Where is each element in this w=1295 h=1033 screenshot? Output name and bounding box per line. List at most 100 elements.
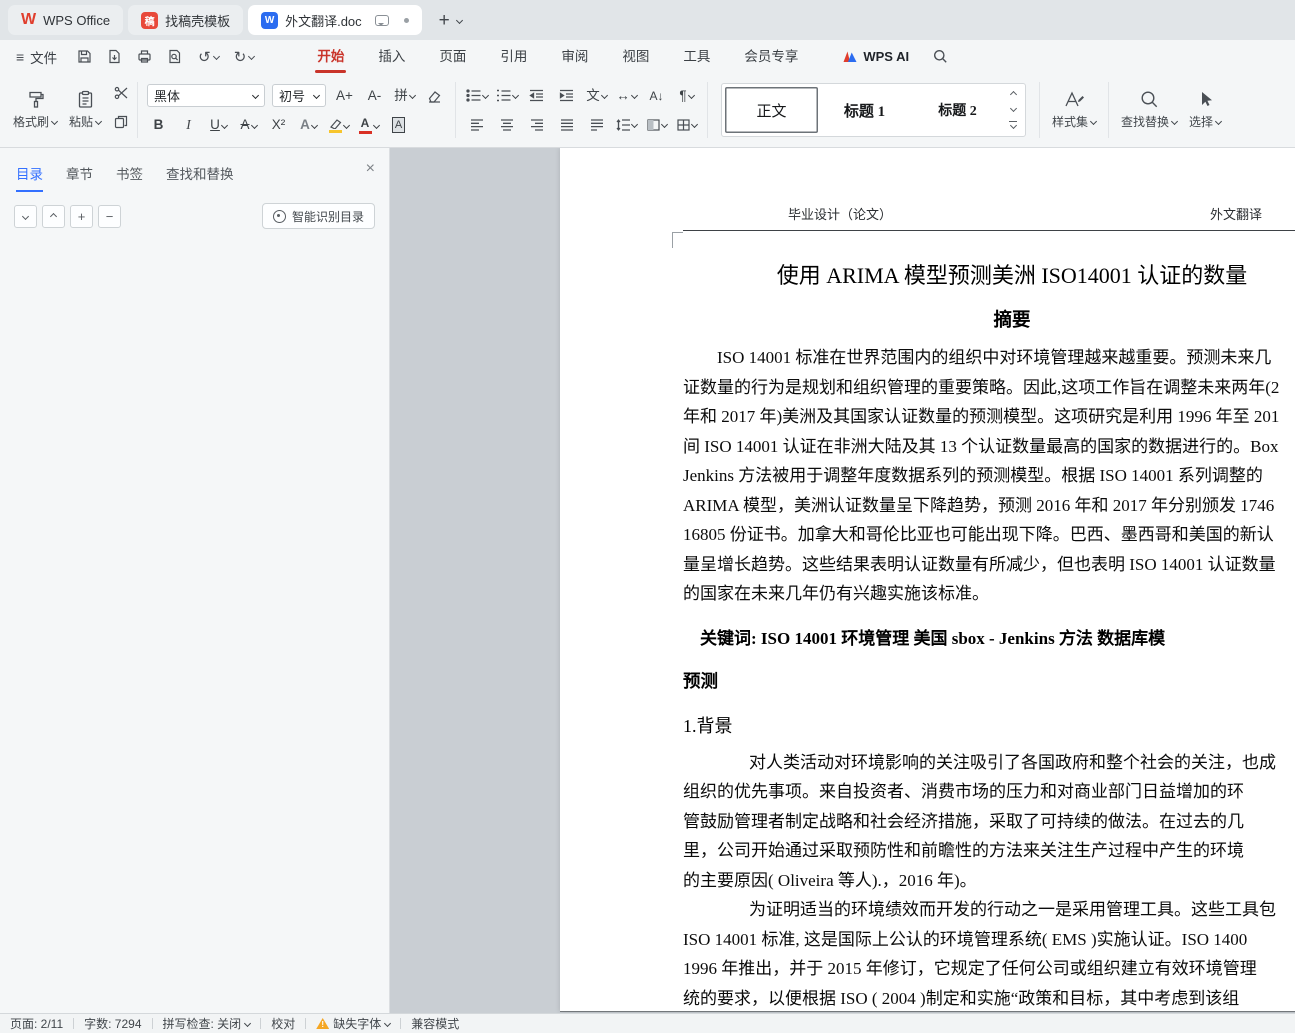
tab-document[interactable]: W 外文翻译.doc (248, 5, 422, 35)
panel-close-button[interactable]: × (366, 161, 375, 177)
save-button[interactable] (77, 49, 92, 64)
italic-button[interactable]: I (177, 114, 200, 136)
bullet-list-button[interactable] (465, 85, 489, 107)
copy-button[interactable] (114, 115, 128, 134)
decrease-indent-button[interactable] (525, 85, 548, 107)
asian-layout-button[interactable]: 文 (585, 85, 608, 107)
chevron-down-icon (511, 91, 519, 100)
tab-insert[interactable]: 插入 (361, 40, 422, 73)
plus-icon: + (77, 208, 86, 224)
show-marks-button[interactable]: ¶ (675, 85, 698, 107)
chevron-down-icon[interactable] (455, 16, 463, 24)
scroll-up-icon[interactable] (1009, 90, 1017, 99)
print-button[interactable] (137, 49, 152, 64)
tab-view[interactable]: 视图 (605, 40, 666, 73)
doc-paragraph[interactable]: 对人类活动对环境影响的关注吸引了各国政府和整个社会的关注，也成 组织的优先事项。来… (683, 748, 1295, 896)
panel-tab-chapters[interactable]: 章节 (66, 163, 93, 192)
style-body[interactable]: 正文 (725, 87, 818, 133)
status-missing-fonts[interactable]: ! 缺失字体 (316, 1015, 392, 1032)
undo-button[interactable]: ↺ (198, 48, 220, 66)
find-replace-button[interactable]: 查找替换 (1118, 90, 1180, 130)
justify-button[interactable] (555, 114, 578, 136)
status-page-indicator[interactable]: 页面: 2/11 (10, 1015, 63, 1032)
align-center-button[interactable] (495, 114, 518, 136)
sort-button[interactable]: A↓ (645, 85, 668, 107)
panel-tab-bookmarks[interactable]: 书签 (116, 163, 143, 192)
scroll-down-icon[interactable] (1009, 105, 1017, 113)
shrink-font-button[interactable]: A- (363, 85, 386, 107)
chevron-down-icon[interactable] (212, 52, 220, 61)
file-menu-button[interactable]: ≡ 文件 (16, 47, 57, 67)
format-painter-button[interactable]: 格式刷 (10, 90, 60, 130)
gallery-more-button[interactable] (1009, 120, 1017, 130)
redo-button[interactable]: ↻ (234, 48, 256, 66)
doc-h3: 预测 (683, 670, 718, 691)
style-heading1[interactable]: 标题 1 (818, 87, 911, 133)
export-pdf-button[interactable] (107, 49, 122, 64)
panel-tab-find-replace[interactable]: 查找和替换 (166, 163, 234, 192)
doc-paragraph[interactable]: ISO 14001 标准在世界范围内的组织中对环境管理越来越重要。预测未来几 证数… (683, 343, 1295, 609)
font-size-select[interactable]: 初号 (272, 84, 326, 107)
tab-reference[interactable]: 引用 (483, 40, 544, 73)
strikethrough-button[interactable]: A (237, 114, 260, 136)
phonetic-guide-button[interactable]: 拼 (393, 85, 416, 107)
chevron-down-icon (690, 120, 698, 129)
comment-icon[interactable] (374, 14, 389, 26)
expand-all-button[interactable] (14, 204, 37, 228)
select-button[interactable]: 选择 (1180, 90, 1230, 130)
align-right-button[interactable] (525, 114, 548, 136)
tab-review[interactable]: 审阅 (544, 40, 605, 73)
panel-toolbar: + − 智能识别目录 (0, 192, 389, 229)
doc-line: 管鼓励管理者制定战略和社会经济措施，采取了可持续的做法。在过去的几 (683, 811, 1244, 831)
search-button[interactable] (933, 49, 948, 64)
status-compat-mode[interactable]: 兼容模式 (411, 1015, 459, 1032)
clear-format-button[interactable] (423, 85, 446, 107)
tab-tools[interactable]: 工具 (666, 40, 727, 73)
zoom-out-outline-button[interactable]: − (98, 204, 121, 228)
style-set-button[interactable]: 样式集 (1049, 90, 1099, 130)
highlight-button[interactable] (327, 114, 350, 136)
wps-ai-label: WPS AI (863, 49, 910, 64)
shading-button[interactable] (645, 114, 668, 136)
divider (455, 82, 456, 138)
grow-font-button[interactable]: A+ (333, 85, 356, 107)
line-spacing-button[interactable] (615, 114, 639, 136)
font-name-select[interactable]: 黑体 (147, 84, 265, 107)
asian-layout-icon: 文 (586, 87, 600, 103)
borders-button[interactable] (675, 114, 698, 136)
distribute-button[interactable] (585, 114, 608, 136)
print-preview-button[interactable] (167, 49, 182, 64)
wps-ai-button[interactable]: WPS AI (843, 49, 909, 64)
tab-wps-office[interactable]: W WPS Office (8, 5, 124, 35)
tab-page[interactable]: 页面 (422, 40, 483, 73)
doc-paragraph[interactable]: 为证明适当的环境绩效而开发的行动之一是采用管理工具。这些工具包 ISO 14001… (683, 895, 1295, 1011)
paste-button[interactable]: 粘贴 (60, 90, 110, 130)
panel-tab-contents[interactable]: 目录 (16, 163, 43, 192)
document-page[interactable]: 毕业设计（论文） 外文翻译 使用 ARIMA 模型预测美洲 ISO14001 认… (560, 148, 1295, 1012)
smart-identify-contents-button[interactable]: 智能识别目录 (261, 203, 375, 229)
zoom-in-outline-button[interactable]: + (70, 204, 93, 228)
wps-writer-window: W WPS Office 稿 找稿壳模板 W 外文翻译.doc + ≡ 文件 ↺… (0, 0, 1295, 1033)
tab-member[interactable]: 会员专享 (727, 40, 815, 73)
text-effects-button[interactable]: A (297, 114, 320, 136)
char-shading-button[interactable]: A (387, 114, 410, 136)
number-list-button[interactable] (495, 85, 519, 107)
style-heading2[interactable]: 标题 2 (911, 87, 1004, 133)
align-left-button[interactable] (465, 114, 488, 136)
tab-home[interactable]: 开始 (300, 40, 361, 73)
cut-button[interactable] (114, 86, 128, 105)
status-spellcheck[interactable]: 拼写检查: 关闭 (163, 1015, 252, 1032)
underline-button[interactable]: U (207, 114, 230, 136)
font-color-button[interactable]: A (357, 114, 380, 136)
tab-template-store[interactable]: 稿 找稿壳模板 (128, 5, 244, 35)
chevron-down-icon[interactable] (248, 52, 256, 61)
doc-title: 使用 ARIMA 模型预测美洲 ISO14001 认证的数量 (776, 263, 1248, 288)
bold-button[interactable]: B (147, 114, 170, 136)
superscript-button[interactable]: X² (267, 114, 290, 136)
new-tab-button[interactable]: + (439, 11, 463, 30)
status-word-count[interactable]: 字数: 7294 (84, 1015, 141, 1032)
char-scale-button[interactable]: ↔ (615, 85, 638, 107)
increase-indent-button[interactable] (555, 85, 578, 107)
collapse-all-button[interactable] (42, 204, 65, 228)
status-proofread-button[interactable]: 校对 (271, 1015, 295, 1032)
